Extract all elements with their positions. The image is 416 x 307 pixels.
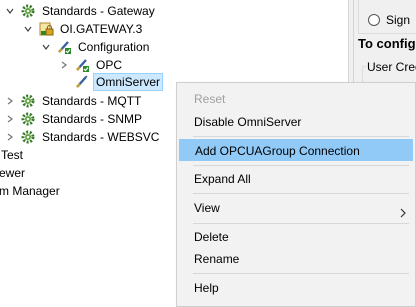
chevron-right-icon[interactable] — [4, 113, 16, 125]
user-credentials-label: User Crede — [366, 60, 416, 74]
tree-item-label: Standards - WEBSVC — [42, 130, 160, 144]
chevron-right-icon[interactable] — [4, 95, 16, 107]
configuration-icon — [56, 39, 72, 55]
menu-item-rename[interactable]: Rename — [179, 248, 413, 270]
menu-item-view[interactable]: View — [179, 197, 413, 219]
section-title: To config — [358, 36, 416, 51]
tree-item-oi-gateway[interactable]: OI.GATEWAY.3 — [22, 20, 144, 38]
menu-item-help[interactable]: Help — [179, 277, 413, 299]
gateway-lock-icon — [38, 21, 54, 37]
tree-item-label: Configuration — [78, 40, 150, 54]
tree-item-label: Standards - SNMP — [42, 112, 143, 126]
tree-item-label: Standards - MQTT — [42, 94, 142, 108]
tree-item-label: OmniServer — [92, 73, 164, 91]
connection-icon — [74, 74, 90, 90]
tree-item-label: Standards - Gateway — [42, 4, 155, 18]
tree-item-standards-websvc[interactable]: Standards - WEBSVC — [4, 128, 161, 146]
connection-icon — [74, 57, 90, 73]
tree-item-standards-mqtt[interactable]: Standards - MQTT — [4, 92, 143, 110]
menu-separator — [193, 273, 409, 274]
menu-item-delete[interactable]: Delete — [179, 226, 413, 248]
tree-item-omniserver[interactable]: OmniServer — [58, 73, 164, 91]
menu-item-view-label: View — [194, 201, 220, 215]
gear-icon — [20, 93, 36, 109]
tree-item-label: OI.GATEWAY.3 — [60, 22, 143, 36]
tree-item-manager[interactable]: m Manager — [0, 182, 62, 200]
chevron-down-icon[interactable] — [40, 41, 52, 53]
context-menu: Reset Disable OmniServer Add OPCUAGroup … — [176, 82, 416, 307]
menu-item-disable-omniserver[interactable]: Disable OmniServer — [179, 111, 413, 133]
gear-icon — [20, 129, 36, 145]
tree-item-standards-gateway[interactable]: Standards - Gateway — [4, 2, 157, 20]
tree-item-standards-snmp[interactable]: Standards - SNMP — [4, 110, 144, 128]
tree-item-label: Test — [1, 148, 24, 162]
menu-item-expand-all[interactable]: Expand All — [179, 168, 413, 190]
chevron-down-icon[interactable] — [4, 5, 16, 17]
tree-item-viewer[interactable]: ewer — [0, 164, 27, 182]
menu-separator — [193, 136, 409, 137]
menu-separator — [193, 223, 409, 224]
gear-icon — [20, 111, 36, 127]
tree-item-label: m Manager — [0, 184, 60, 198]
sign-radio-label: Sign — [386, 13, 411, 27]
submenu-arrow-icon — [399, 203, 407, 225]
menu-separator — [193, 193, 409, 194]
sign-radio[interactable] — [368, 14, 380, 26]
tree-item-configuration[interactable]: Configuration — [40, 38, 151, 56]
chevron-right-icon[interactable] — [58, 59, 70, 71]
gear-icon — [20, 3, 36, 19]
menu-separator — [193, 165, 409, 166]
tree-item-label: ewer — [0, 166, 26, 180]
chevron-right-icon[interactable] — [4, 131, 16, 143]
tree-item-test[interactable]: Test — [0, 146, 25, 164]
menu-item-reset: Reset — [194, 92, 226, 106]
tree-item-label: OPC — [96, 58, 123, 72]
tree-item-opc[interactable]: OPC — [58, 56, 124, 74]
chevron-down-icon[interactable] — [22, 23, 34, 35]
menu-item-add-opcuagroup-connection[interactable]: Add OPCUAGroup Connection — [179, 139, 413, 161]
